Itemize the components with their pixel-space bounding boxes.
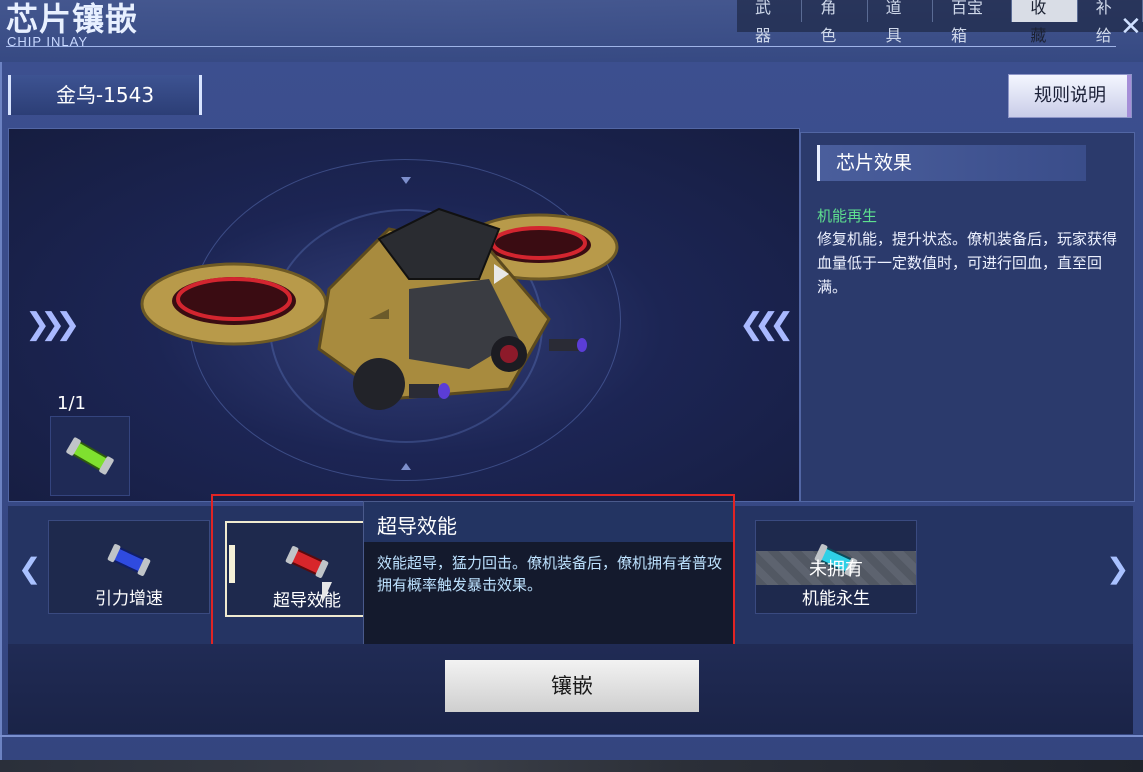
chip-card-label: 引力增速 [95, 589, 163, 609]
chip-card-gravity-boost[interactable]: 引力增速 [48, 520, 210, 614]
prev-unit-arrow-icon[interactable]: ❯❯❯ [25, 307, 81, 342]
chip-list-next-icon[interactable]: ❯ [1106, 552, 1129, 585]
tab-bar: 武器 角色 道具 百宝箱 收藏 补给 [737, 0, 1143, 45]
inlay-button[interactable]: 镶嵌 [445, 660, 699, 712]
panel-bottom-border [0, 735, 1143, 737]
effect-name: 机能再生 [817, 207, 878, 225]
highlight-box [211, 494, 735, 655]
effect-description: 修复机能，提升状态。僚机装备后，玩家获得血量低于一定数值时，可进行回血，直至回满… [817, 230, 1118, 296]
next-unit-arrow-icon[interactable]: ❮❮❮ [739, 307, 795, 342]
tab-collection[interactable]: 收藏 [1012, 0, 1078, 45]
rules-button[interactable]: 规则说明 [1008, 74, 1132, 118]
chip-effect-panel: 芯片效果 机能再生 修复机能，提升状态。僚机装备后，玩家获得血量低于一定数值时，… [800, 132, 1135, 502]
tab-character[interactable]: 角色 [802, 0, 868, 45]
effect-heading: 芯片效果 [817, 145, 1086, 181]
tab-items[interactable]: 道具 [868, 0, 933, 45]
chip-card-immortal[interactable]: 未拥有 机能永生 [755, 520, 917, 614]
unit-name: 金乌-1543 [8, 75, 202, 115]
drone-model-image [140, 207, 619, 410]
chip-card-label: 机能永生 [802, 589, 870, 609]
blue-chip-icon [107, 544, 151, 576]
tab-treasure-box[interactable]: 百宝箱 [933, 0, 1013, 45]
not-owned-label: 未拥有 [809, 559, 863, 580]
chip-list-prev-icon[interactable]: ❮ [18, 552, 41, 585]
title-divider [6, 46, 1116, 47]
tab-weapon[interactable]: 武器 [737, 0, 803, 45]
chip-slot[interactable] [50, 416, 130, 496]
slot-count: 1/1 [57, 393, 86, 414]
header-bar: 芯片镶嵌 CHIP INLAY 武器 角色 道具 百宝箱 收藏 补给 ✕ [0, 0, 1143, 62]
close-icon[interactable]: ✕ [1120, 14, 1142, 40]
green-chip-icon [66, 437, 114, 475]
